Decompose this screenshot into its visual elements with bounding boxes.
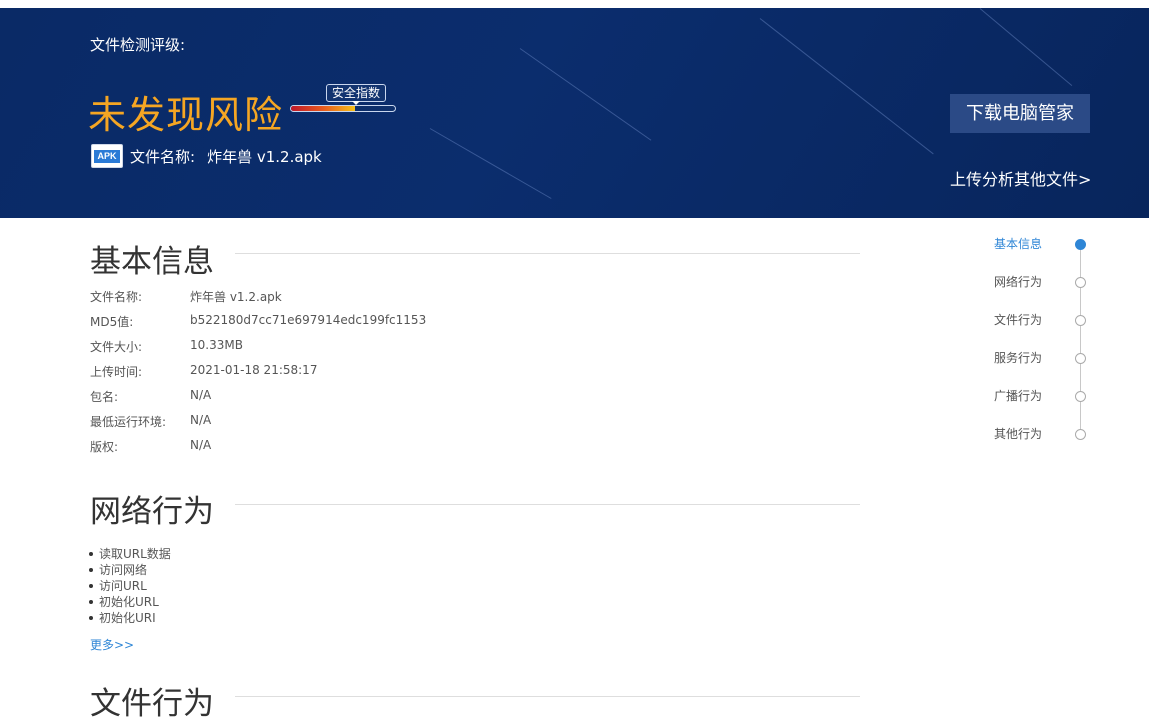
list-item: 初始化URL (86, 594, 171, 610)
nav-item-file[interactable]: 文件行为 (994, 308, 1090, 328)
list-item: 初始化URI (86, 610, 171, 626)
banner-filename-label: 文件名称: (130, 148, 196, 166)
list-item: 访问URL (86, 578, 171, 594)
gauge-bar (290, 105, 396, 112)
rating-label: 文件检测评级: (90, 36, 186, 54)
info-key: 最低运行环境: (90, 415, 167, 429)
upload-other-file-link[interactable]: 上传分析其他文件> (950, 166, 1091, 190)
nav-label: 网络行为 (994, 275, 1043, 289)
banner-decor-line (979, 8, 1073, 87)
nav-item-network[interactable]: 网络行为 (994, 270, 1090, 290)
nav-label: 广播行为 (994, 389, 1043, 403)
list-item: 读取URL数据 (86, 546, 171, 562)
nav-dot-icon (1075, 277, 1086, 288)
section-divider (235, 253, 860, 254)
info-value: 10.33MB (190, 338, 243, 352)
download-pc-manager-button[interactable]: 下载电脑管家 (950, 94, 1090, 133)
section-title-network: 网络行为 (90, 494, 214, 530)
banner-decor-line (759, 18, 934, 155)
result-banner: 文件检测评级: 未发现风险 安全指数 APK 文件名称: 炸年兽 v1.2.apk… (0, 8, 1149, 218)
info-value: b522180d7cc71e697914edc199fc1153 (190, 313, 427, 327)
nav-item-broadcast[interactable]: 广播行为 (994, 384, 1090, 404)
nav-label: 文件行为 (994, 313, 1043, 327)
nav-item-basic-info[interactable]: 基本信息 (994, 232, 1090, 252)
banner-filename: 文件名称: 炸年兽 v1.2.apk (130, 146, 322, 167)
list-item: 访问网络 (86, 562, 171, 578)
info-row: 最低运行环境: N/A (90, 413, 426, 438)
nav-label: 其他行为 (994, 427, 1043, 441)
info-key: 版权: (90, 440, 119, 454)
nav-dot-icon (1075, 239, 1086, 250)
banner-decor-line (519, 48, 652, 141)
banner-filename-value: 炸年兽 v1.2.apk (207, 148, 322, 166)
network-behavior-list: 读取URL数据 访问网络 访问URL 初始化URL 初始化URI (86, 546, 171, 626)
apk-file-icon: APK (91, 144, 123, 168)
info-row: 版权: N/A (90, 438, 426, 463)
gauge-label: 安全指数 (326, 84, 386, 102)
section-side-nav: 基本信息 网络行为 文件行为 服务行为 广播行为 其他行为 (990, 230, 1090, 450)
info-key: 包名: (90, 390, 119, 404)
apk-badge: APK (94, 150, 120, 163)
more-network-link[interactable]: 更多>> (90, 636, 134, 653)
gauge-fill (291, 106, 356, 111)
section-divider (235, 504, 860, 505)
section-divider (235, 696, 860, 697)
info-row: 文件名称: 炸年兽 v1.2.apk (90, 288, 426, 313)
info-row: 上传时间: 2021-01-18 21:58:17 (90, 363, 426, 388)
info-row: 文件大小: 10.33MB (90, 338, 426, 363)
info-value: 2021-01-18 21:58:17 (190, 363, 318, 377)
info-row: MD5值: b522180d7cc71e697914edc199fc1153 (90, 313, 426, 338)
info-key: 上传时间: (90, 365, 143, 379)
basic-info-table: 文件名称: 炸年兽 v1.2.apk MD5值: b522180d7cc71e6… (90, 288, 426, 463)
banner-decor-line (429, 128, 552, 199)
safety-gauge: 安全指数 (290, 84, 396, 112)
info-value: N/A (190, 413, 212, 427)
nav-dot-icon (1075, 315, 1086, 326)
top-strip (0, 0, 1149, 8)
nav-label: 服务行为 (994, 351, 1043, 365)
nav-item-other[interactable]: 其他行为 (994, 422, 1090, 442)
info-key: 文件大小: (90, 340, 143, 354)
info-key: 文件名称: (90, 290, 143, 304)
nav-dot-icon (1075, 391, 1086, 402)
nav-label: 基本信息 (994, 237, 1043, 251)
nav-dot-icon (1075, 353, 1086, 364)
nav-item-service[interactable]: 服务行为 (994, 346, 1090, 366)
verdict-text: 未发现风险 (88, 93, 284, 137)
info-row: 包名: N/A (90, 388, 426, 413)
info-key: MD5值: (90, 315, 134, 329)
info-value: 炸年兽 v1.2.apk (190, 290, 282, 304)
nav-dot-icon (1075, 429, 1086, 440)
info-value: N/A (190, 438, 212, 452)
section-title-basic-info: 基本信息 (90, 244, 214, 280)
info-value: N/A (190, 388, 212, 402)
section-title-file: 文件行为 (90, 686, 214, 719)
